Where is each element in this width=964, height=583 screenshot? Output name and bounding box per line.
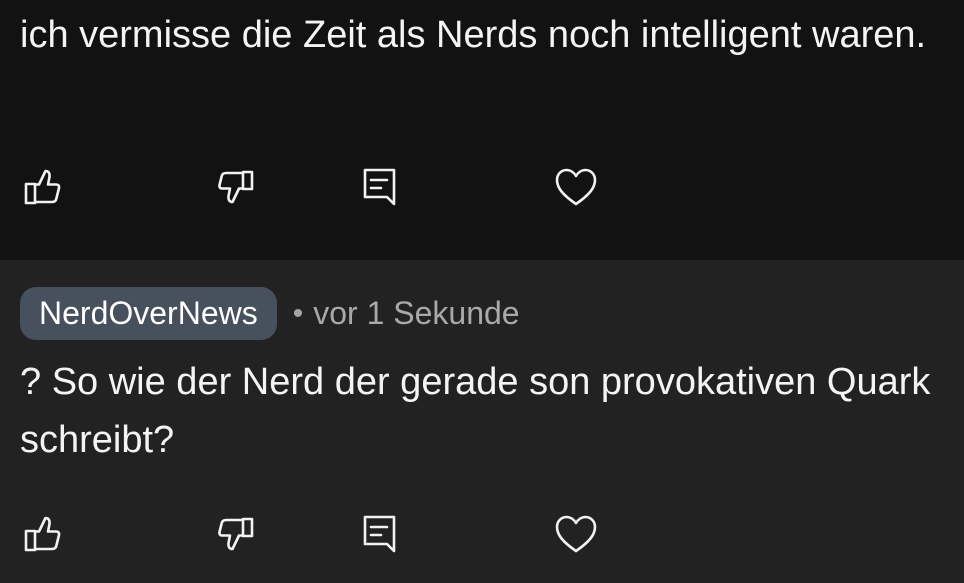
heart-icon bbox=[555, 168, 597, 206]
favorite-button[interactable] bbox=[552, 510, 600, 558]
comment-actions bbox=[0, 510, 964, 558]
comment-text: ich vermisse die Zeit als Nerds noch int… bbox=[20, 14, 927, 56]
separator-dot: • bbox=[292, 296, 304, 330]
comment-actions bbox=[0, 163, 964, 211]
like-button[interactable] bbox=[18, 163, 66, 211]
reply-button[interactable] bbox=[355, 510, 403, 558]
thumbs-down-icon bbox=[218, 517, 254, 551]
comment-icon bbox=[363, 168, 396, 206]
comment-text: ? So wie der Nerd der gerade son provoka… bbox=[20, 361, 931, 461]
thumbs-down-icon bbox=[218, 170, 254, 204]
comment-meta: NerdOverNews • vor 1 Sekunde bbox=[20, 287, 520, 340]
like-button[interactable] bbox=[18, 510, 66, 558]
author-badge[interactable]: NerdOverNews bbox=[20, 287, 277, 340]
timestamp: vor 1 Sekunde bbox=[313, 295, 520, 331]
dislike-button[interactable] bbox=[212, 163, 260, 211]
heart-icon bbox=[555, 515, 597, 553]
thumbs-up-icon bbox=[24, 516, 61, 552]
comment-card: NerdOverNews • vor 1 Sekunde ? So wie de… bbox=[0, 260, 964, 583]
comment-card: ich vermisse die Zeit als Nerds noch int… bbox=[0, 0, 964, 260]
favorite-button[interactable] bbox=[552, 163, 600, 211]
reply-button[interactable] bbox=[355, 163, 403, 211]
dislike-button[interactable] bbox=[212, 510, 260, 558]
comment-icon bbox=[363, 515, 396, 553]
thumbs-up-icon bbox=[24, 169, 61, 205]
